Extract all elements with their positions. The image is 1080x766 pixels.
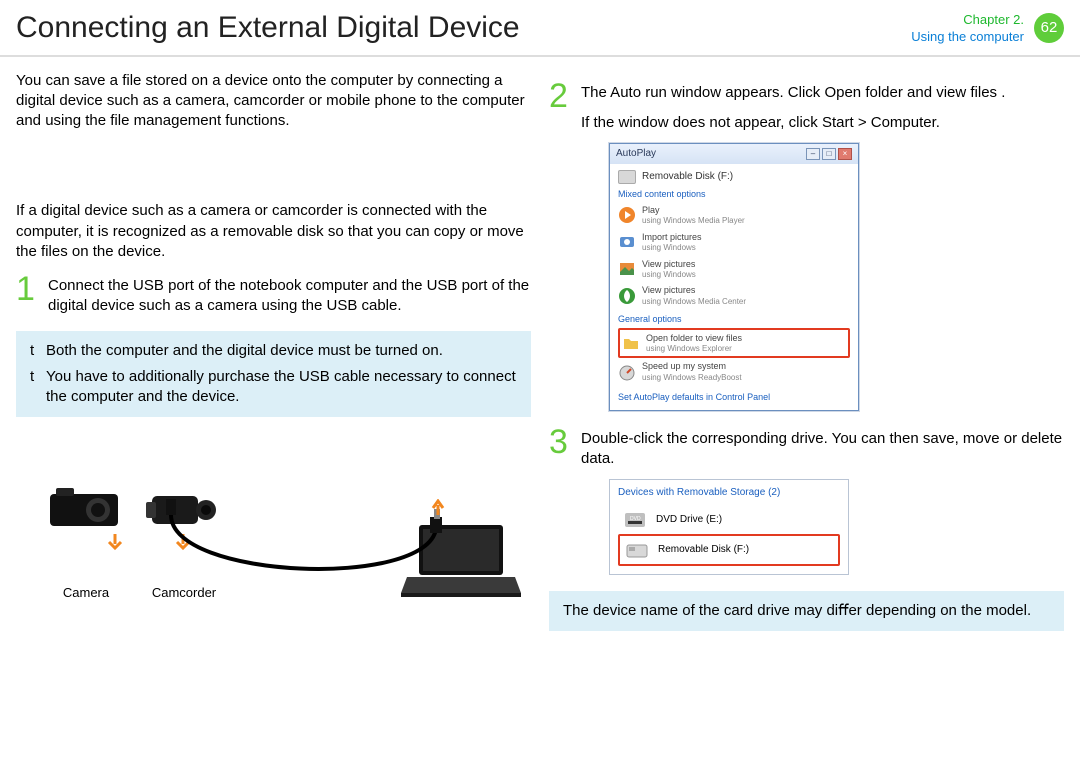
drives-window: Devices with Removable Storage (2) DVD D… <box>609 479 849 575</box>
step-2-sub: If the window does not appear, click Sta… <box>581 113 1064 133</box>
step-2: 2 The Auto run window appears. Click Ope… <box>549 79 1064 134</box>
page-title: Connecting an External Digital Device <box>16 8 520 49</box>
device-diagram: Camera Camcorder <box>16 431 531 601</box>
drive-name: Removable Disk (F:) <box>642 170 733 184</box>
right-column: 2 The Auto run window appears. Click Ope… <box>549 71 1064 631</box>
mediacenter-icon <box>618 287 636 305</box>
dvd-drive-item[interactable]: DVD DVD Drive (E:) <box>618 506 840 534</box>
step-3-number: 3 <box>549 425 575 459</box>
section-general: General options <box>618 313 850 325</box>
usb-cable-icon <box>166 499 466 599</box>
step-1: 1 Connect the USB port of the notebook c… <box>16 272 531 317</box>
intro-text: You can save a ﬁle stored on a device on… <box>16 71 531 132</box>
section-mixed: Mixed content options <box>618 188 850 200</box>
header-meta: Chapter 2. Using the computer 62 <box>911 11 1064 46</box>
removable-disk-icon <box>618 170 636 184</box>
note-b: You have to additionally purchase the US… <box>46 367 517 408</box>
chapter-label: Chapter 2. <box>911 11 1024 29</box>
maximize-icon[interactable]: □ <box>822 148 836 160</box>
bullet-icon: t <box>30 341 38 361</box>
removable-drive-item[interactable]: Removable Disk (F:) <box>618 534 840 566</box>
option-view-1[interactable]: View picturesusing Windows <box>618 256 850 283</box>
option-open-folder[interactable]: Open folder to view filesusing Windows E… <box>618 328 850 359</box>
content-columns: You can save a ﬁle stored on a device on… <box>0 57 1080 641</box>
camera-icon <box>46 482 126 532</box>
play-icon <box>618 206 636 224</box>
arrow-down-icon <box>106 534 124 552</box>
step-1-text: Connect the USB port of the notebook com… <box>48 272 531 317</box>
option-import[interactable]: Import picturesusing Windows <box>618 229 850 256</box>
import-icon <box>618 233 636 251</box>
removable-disk-icon <box>624 540 650 560</box>
drive-header: Removable Disk (F:) <box>618 170 850 184</box>
pictures-icon <box>618 260 636 278</box>
speedup-icon <box>618 363 636 381</box>
step-1-number: 1 <box>16 272 42 306</box>
close-icon[interactable]: × <box>838 148 852 160</box>
minimize-icon[interactable]: – <box>806 148 820 160</box>
svg-text:DVD: DVD <box>630 516 641 522</box>
chapter-subtitle: Using the computer <box>911 28 1024 46</box>
footnote-box: The device name of the card drive may di… <box>549 591 1064 631</box>
option-readyboost[interactable]: Speed up my systemusing Windows ReadyBoo… <box>618 358 850 385</box>
dvd-drive-icon: DVD <box>622 510 648 530</box>
autoplay-titlebar: AutoPlay – □ × <box>610 144 858 164</box>
left-column: You can save a ﬁle stored on a device on… <box>16 71 531 631</box>
dvd-drive-label: DVD Drive (E:) <box>656 513 722 527</box>
connect-desc: If a digital device such as a camera or … <box>16 201 531 262</box>
note-a: Both the computer and the digital device… <box>46 341 443 361</box>
step-3-text: Double-click the corresponding drive. Yo… <box>581 425 1064 470</box>
autoplay-window: AutoPlay – □ × Removable Disk (F:) Mixed… <box>609 143 859 411</box>
step-2-number: 2 <box>549 79 575 113</box>
camera-label: Camera <box>63 584 109 602</box>
autoplay-defaults-link[interactable]: Set AutoPlay defaults in Control Panel <box>618 391 850 403</box>
step-3: 3 Double-click the corresponding drive. … <box>549 425 1064 470</box>
camera-device: Camera <box>46 482 126 602</box>
drives-heading: Devices with Removable Storage (2) <box>618 486 840 500</box>
page-number: 62 <box>1034 13 1064 43</box>
step-2-text: The Auto run window appears. Click Open … <box>581 84 1005 101</box>
note-box: t Both the computer and the digital devi… <box>16 331 531 418</box>
footnote-text: The device name of the card drive may di… <box>563 602 1031 619</box>
page-header: Connecting an External Digital Device Ch… <box>0 0 1080 57</box>
removable-drive-label: Removable Disk (F:) <box>658 543 749 557</box>
folder-icon <box>622 334 640 352</box>
autoplay-title: AutoPlay <box>616 147 656 161</box>
option-view-2[interactable]: View picturesusing Windows Media Center <box>618 282 850 309</box>
option-play[interactable]: Playusing Windows Media Player <box>618 202 850 229</box>
bullet-icon: t <box>30 367 38 408</box>
